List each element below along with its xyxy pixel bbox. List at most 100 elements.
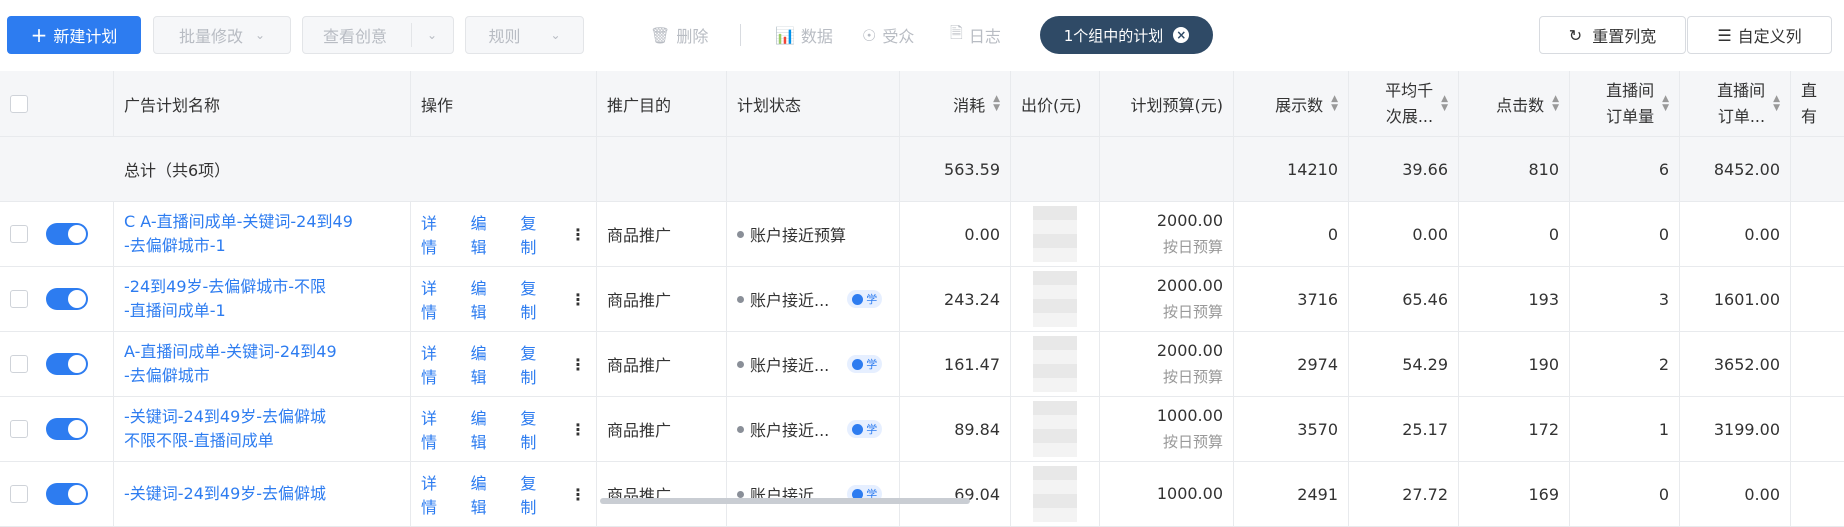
- batch-edit-button[interactable]: 批量修改 ⌄: [153, 16, 291, 54]
- copy-link[interactable]: 复制: [520, 405, 552, 453]
- row-impressions: 2974: [1234, 332, 1349, 396]
- log-button[interactable]: 🗎 日志: [950, 16, 1001, 54]
- row-checkbox[interactable]: [10, 355, 28, 373]
- detail-link[interactable]: 详情: [421, 470, 453, 518]
- detail-link[interactable]: 详情: [421, 405, 453, 453]
- sort-icon[interactable]: ▲ ▼: [1773, 94, 1780, 113]
- plan-toggle[interactable]: [46, 418, 88, 440]
- sort-icon[interactable]: ▲ ▼: [1662, 94, 1669, 113]
- clock-icon: [852, 358, 864, 370]
- more-icon[interactable]: ⋮: [570, 290, 586, 309]
- plan-name-link[interactable]: -关键词-24到49岁-去偏僻城: [114, 462, 411, 526]
- row-impressions: 3570: [1234, 397, 1349, 461]
- row-checkbox[interactable]: [10, 290, 28, 308]
- col-name[interactable]: 广告计划名称: [114, 71, 411, 136]
- total-budget: [1100, 137, 1234, 201]
- horizontal-scrollbar[interactable]: [600, 498, 970, 504]
- edit-link[interactable]: 编辑: [471, 340, 503, 388]
- new-plan-button[interactable]: + 新建计划: [7, 16, 141, 54]
- select-all-checkbox[interactable]: [10, 94, 28, 113]
- row-checkbox[interactable]: [10, 485, 28, 503]
- plan-name-link[interactable]: -关键词-24到49岁-去偏僻城 不限不限-直播间成单: [114, 397, 411, 461]
- row-orders: 3: [1570, 267, 1680, 331]
- table-header: 广告计划名称 操作 推广目的 计划状态 消耗 ▲ ▼ 出价(元) 计划预算(元) 展…: [0, 71, 1844, 137]
- row-order-amount: 0.00: [1680, 462, 1791, 526]
- plan-name-link[interactable]: A-直播间成单-关键词-24到49 -去偏僻城市: [114, 332, 411, 396]
- col-orders[interactable]: 直播间 订单量 ▲ ▼: [1570, 71, 1680, 136]
- filter-chip[interactable]: 1个组中的计划 ×: [1040, 16, 1213, 54]
- col-impressions[interactable]: 展示数 ▲ ▼: [1234, 71, 1349, 136]
- plan-name-link[interactable]: C A-直播间成单-关键词-24到49 -去偏僻城市-1: [114, 202, 411, 266]
- status-dot-icon: [737, 295, 744, 303]
- total-spacer: [0, 137, 114, 201]
- row-bid: [1011, 202, 1100, 266]
- delete-button[interactable]: 🗑 删除: [650, 16, 708, 54]
- refresh-icon: ↻: [1568, 25, 1583, 45]
- plan-toggle[interactable]: [46, 353, 88, 375]
- row-cpm: 65.46: [1349, 267, 1459, 331]
- row-orders: 0: [1570, 202, 1680, 266]
- col-cpm[interactable]: 平均千 次展... ▲ ▼: [1349, 71, 1459, 136]
- row-impressions: 3716: [1234, 267, 1349, 331]
- more-icon[interactable]: ⋮: [570, 485, 586, 504]
- sort-icon[interactable]: ▲ ▼: [1441, 94, 1448, 113]
- edit-link[interactable]: 编辑: [471, 210, 503, 258]
- sort-icon[interactable]: ▲ ▼: [1552, 94, 1559, 113]
- row-status: 账户接近预算: [727, 202, 900, 266]
- custom-columns-button[interactable]: ☰ 自定义列: [1687, 16, 1832, 54]
- reset-width-button[interactable]: ↻ 重置列宽: [1539, 16, 1686, 54]
- more-icon[interactable]: ⋮: [570, 355, 586, 374]
- col-cost[interactable]: 消耗 ▲ ▼: [900, 71, 1011, 136]
- row-clicks: 0: [1459, 202, 1570, 266]
- redacted-bid: [1033, 466, 1077, 522]
- clock-icon: [852, 423, 864, 435]
- row-checkbox[interactable]: [10, 225, 28, 243]
- plus-icon: +: [30, 23, 48, 47]
- ops-group: 详情 编辑 复制 ⋮: [421, 275, 586, 323]
- plan-toggle[interactable]: [46, 288, 88, 310]
- plan-name-link[interactable]: -24到49岁-去偏僻城市-不限 -直播间成单-1: [114, 267, 411, 331]
- row-ops: 详情 编辑 复制 ⋮: [411, 202, 597, 266]
- document-icon: 🗎: [950, 22, 963, 42]
- row-select-cell: [0, 397, 114, 461]
- edit-link[interactable]: 编辑: [471, 275, 503, 323]
- audience-button[interactable]: ☉ 受众: [862, 16, 914, 54]
- sort-icon[interactable]: ▲ ▼: [993, 94, 1000, 113]
- row-budget: 2000.00 按日预算: [1100, 267, 1234, 331]
- view-creative-button[interactable]: 查看创意 ⌄: [302, 16, 454, 54]
- row-select-cell: [0, 202, 114, 266]
- plan-toggle[interactable]: [46, 223, 88, 245]
- sort-icon[interactable]: ▲ ▼: [1331, 94, 1338, 113]
- close-icon[interactable]: ×: [1173, 27, 1190, 43]
- col-order-amount[interactable]: 直播间 订单... ▲ ▼: [1680, 71, 1791, 136]
- edit-link[interactable]: 编辑: [471, 470, 503, 518]
- row-bid: [1011, 267, 1100, 331]
- total-status: [727, 137, 900, 201]
- copy-link[interactable]: 复制: [520, 470, 552, 518]
- row-status: 账户接近... 学: [727, 397, 900, 461]
- more-icon[interactable]: ⋮: [570, 420, 586, 439]
- detail-link[interactable]: 详情: [421, 340, 453, 388]
- row-clicks: 172: [1459, 397, 1570, 461]
- row-extra: [1791, 202, 1844, 266]
- total-bid: [1011, 137, 1100, 201]
- budget-stack: 1000.00: [1156, 484, 1223, 503]
- rules-button[interactable]: 规则 ⌄: [465, 16, 584, 54]
- copy-link[interactable]: 复制: [520, 210, 552, 258]
- data-button[interactable]: 📊 数据: [775, 16, 833, 54]
- detail-link[interactable]: 详情: [421, 275, 453, 323]
- row-ops: 详情 编辑 复制 ⋮: [411, 462, 597, 526]
- plan-toggle[interactable]: [46, 483, 88, 505]
- row-budget: 1000.00: [1100, 462, 1234, 526]
- row-checkbox[interactable]: [10, 420, 28, 438]
- col-clicks[interactable]: 点击数 ▲ ▼: [1459, 71, 1570, 136]
- edit-link[interactable]: 编辑: [471, 405, 503, 453]
- copy-link[interactable]: 复制: [520, 340, 552, 388]
- row-status: 账户接近... 学: [727, 462, 900, 526]
- list-icon: ☰: [1717, 25, 1732, 45]
- more-icon[interactable]: ⋮: [570, 225, 586, 244]
- copy-link[interactable]: 复制: [520, 275, 552, 323]
- redacted-bid: [1033, 206, 1077, 262]
- detail-link[interactable]: 详情: [421, 210, 453, 258]
- total-orders: 6: [1570, 137, 1680, 201]
